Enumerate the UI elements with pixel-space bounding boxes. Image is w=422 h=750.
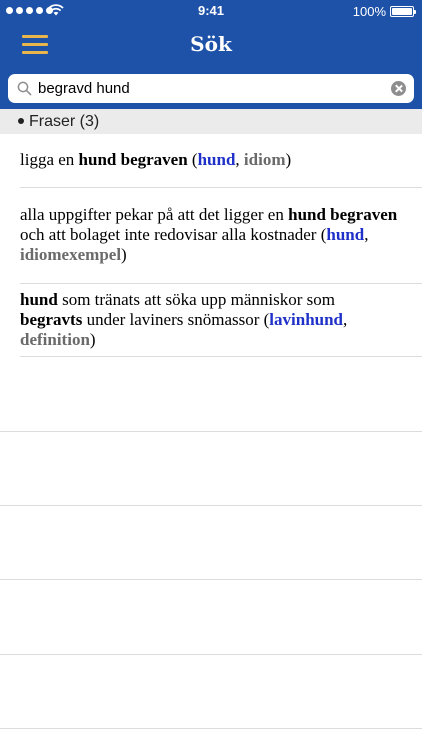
result-fragment: ) — [89, 330, 96, 349]
page-title: Sök — [190, 32, 232, 56]
bullet-icon — [18, 118, 24, 124]
result-row-3[interactable]: hund som tränats att söka upp människor … — [0, 284, 422, 357]
result-fragment: som tränats att söka upp människor som — [57, 290, 335, 309]
entry-type-label: idiom — [243, 150, 286, 169]
result-fragment: ) — [121, 245, 127, 264]
entry-type-label: idiomexempel — [20, 245, 122, 264]
result-fragment: , — [235, 150, 244, 169]
search-input[interactable] — [38, 77, 383, 100]
result-fragment: hund begraven — [78, 150, 188, 169]
result-fragment: under laviners snömassor ( — [82, 310, 270, 329]
result-fragment: och att bolaget inte redovisar alla kost… — [20, 225, 327, 244]
result-row-2[interactable]: alla uppgifter pekar på att det ligger e… — [0, 188, 422, 284]
headword-link[interactable]: hund — [198, 150, 236, 169]
entry-type-label: definition — [20, 330, 90, 349]
battery-percentage: 100% — [352, 4, 386, 19]
navigation-bar: Sök — [0, 22, 422, 66]
result-fragment: ligga en — [20, 150, 79, 169]
result-fragment: alla uppgifter pekar på att det ligger e… — [20, 205, 289, 224]
result-fragment: , — [364, 225, 369, 244]
result-fragment: ) — [285, 150, 292, 169]
section-title: Fraser (3) — [29, 113, 100, 130]
list-separator — [0, 431, 422, 432]
status-bar: 9:41 100% — [0, 0, 422, 22]
result-text: ligga en hund begraven (hund, idiom) — [20, 150, 400, 170]
section-header-fraser: Fraser (3) — [0, 109, 422, 134]
search-icon — [17, 81, 32, 96]
result-text: hund som tränats att söka upp människor … — [20, 290, 400, 350]
result-fragment: hund — [20, 290, 58, 309]
search-bar — [8, 74, 414, 103]
result-fragment: begravts — [20, 310, 83, 329]
result-text: alla uppgifter pekar på att det ligger e… — [20, 205, 400, 265]
headword-link[interactable]: lavinhund — [269, 310, 343, 329]
result-fragment: hund begraven — [288, 205, 398, 224]
result-fragment: ( — [187, 150, 198, 169]
headword-link[interactable]: hund — [326, 225, 364, 244]
battery-icon — [390, 6, 416, 17]
result-fragment: , — [343, 310, 348, 329]
result-row-1[interactable]: ligga en hund begraven (hund, idiom) — [0, 134, 422, 188]
list-separator — [0, 654, 422, 655]
clear-search-icon[interactable] — [391, 81, 406, 96]
list-separator — [0, 505, 422, 506]
list-separator — [0, 579, 422, 580]
list-separator — [0, 728, 422, 729]
app-header: 9:41 100% Sök — [0, 0, 422, 109]
